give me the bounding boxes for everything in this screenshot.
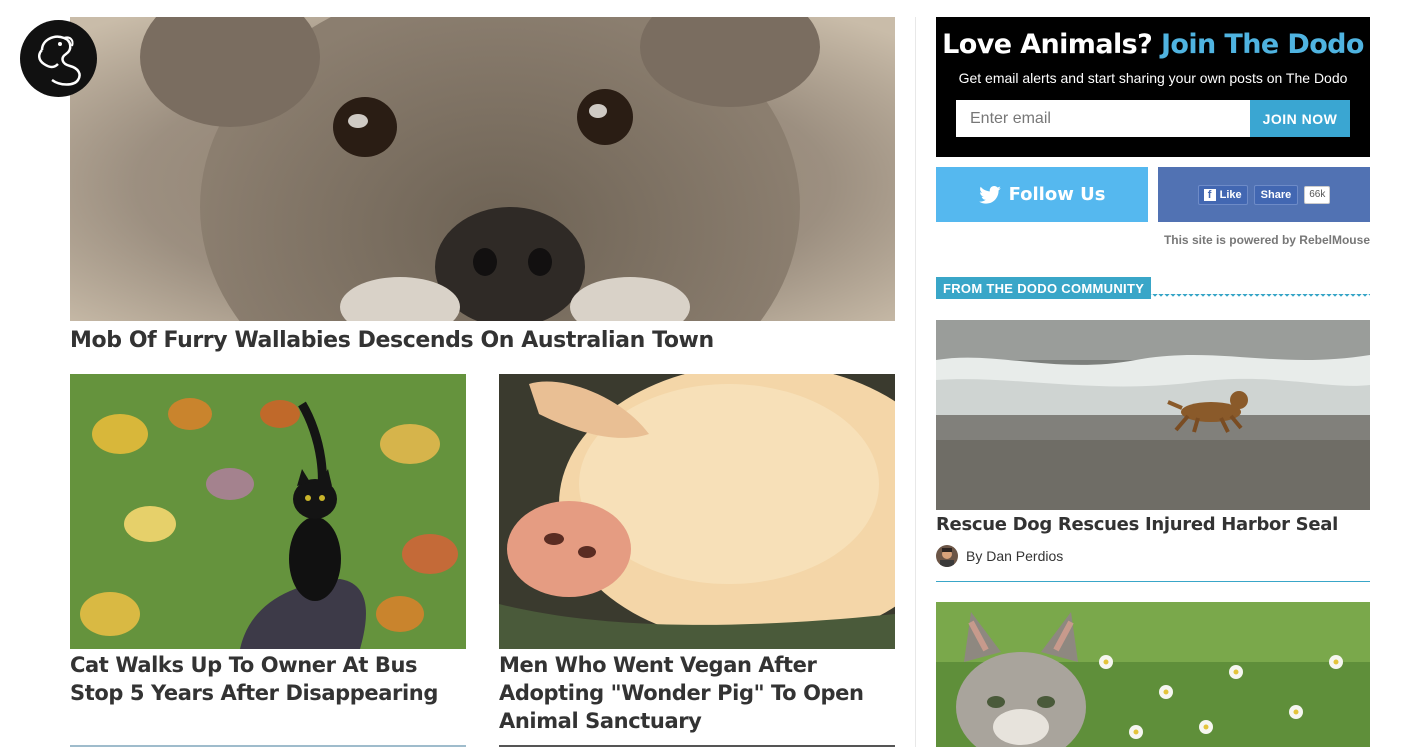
community-post-image[interactable] [936,602,1370,747]
facebook-widget: f Like Share 66k [1158,167,1370,222]
dog-on-beach-photo [936,320,1370,510]
card-headline-cat[interactable]: Cat Walks Up To Owner At Bus Stop 5 Year… [70,651,466,707]
facebook-like-button[interactable]: f Like [1197,184,1248,205]
email-input[interactable] [956,100,1250,137]
community-post-byline: By Dan Perdios [936,545,1063,567]
card-headline-pig[interactable]: Men Who Went Vegan After Adopting "Wonde… [499,651,895,735]
column-divider [915,17,916,747]
community-section-title: FROM THE DODO COMMUNITY [936,277,1152,299]
post-divider [936,581,1370,582]
facebook-share-button[interactable]: Share [1253,184,1299,205]
facebook-like-count: 66k [1304,185,1331,204]
kitten-in-grass-photo [936,602,1370,747]
follow-us-label: Follow Us [1008,184,1106,205]
card-image-pig[interactable] [499,374,895,649]
author-avatar[interactable] [936,545,958,567]
powered-by-text[interactable]: This site is powered by RebelMouse [936,233,1370,247]
dodo-bird-icon [38,35,81,86]
wallaby-photo [70,17,895,321]
join-signup-box: Love Animals? Join The Dodo Get email al… [936,17,1370,157]
join-now-button[interactable]: JOIN NOW [1250,100,1350,137]
the-dodo-logo[interactable] [20,20,97,97]
community-post-title[interactable]: Rescue Dog Rescues Injured Harbor Seal [936,514,1370,535]
follow-us-button[interactable]: Follow Us [936,167,1148,222]
hero-headline[interactable]: Mob Of Furry Wallabies Descends On Austr… [70,326,895,356]
join-title: Love Animals? Join The Dodo [942,29,1364,60]
hero-image[interactable] [70,17,895,321]
community-section-header: FROM THE DODO COMMUNITY [936,277,1370,300]
facebook-like-label: Like [1219,188,1242,201]
twitter-bird-icon [978,185,1001,204]
card-image-cat[interactable] [70,374,466,649]
join-subtitle: Get email alerts and start sharing your … [958,70,1348,86]
pig-photo [499,374,895,649]
facebook-icon: f [1203,188,1216,201]
black-cat-photo [70,374,466,649]
author-name[interactable]: By Dan Perdios [966,548,1063,564]
community-post-image[interactable] [936,320,1370,510]
